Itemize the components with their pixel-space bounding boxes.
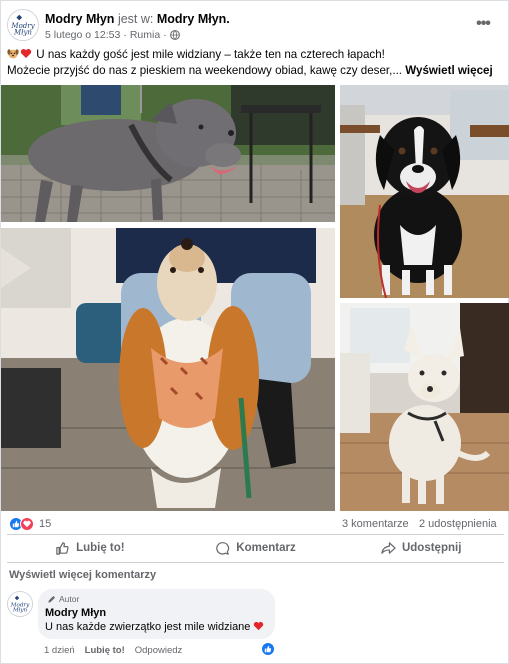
checkin-place-link[interactable]: Modry Młyn. xyxy=(157,12,230,26)
post-text-line1: U nas każdy gość jest mile widziany – ta… xyxy=(36,48,385,61)
comment-like-button[interactable]: Lubię to! xyxy=(85,645,125,656)
comment-like-reaction-icon[interactable] xyxy=(261,642,275,656)
grey-pitbull-photo[interactable] xyxy=(1,85,335,222)
post-text-line2: Możecie przyjść do nas z pieskiem na wee… xyxy=(7,64,403,77)
facebook-post: Modry Młyn Modry Młyn jest w: Modry Młyn… xyxy=(0,0,509,664)
comment-time[interactable]: 1 dzień xyxy=(44,645,75,656)
shares-count[interactable]: 2 udostępnienia xyxy=(419,518,497,530)
reactions-bar: 15 3 komentarze 2 udostępnienia xyxy=(7,515,504,535)
post-date[interactable]: 5 lutego o 12:53 xyxy=(45,29,120,41)
author-badge: Autor xyxy=(47,594,79,604)
divider xyxy=(7,562,504,563)
heart-emoji-icon xyxy=(20,49,32,58)
heart-emoji-icon xyxy=(254,621,264,631)
dog-emoji-icon xyxy=(7,49,19,59)
comments-count[interactable]: 3 komentarze xyxy=(342,518,409,530)
post-text: U nas każdy gość jest mile widziany – ta… xyxy=(7,47,504,79)
comment-button[interactable]: Komentarz xyxy=(173,535,339,561)
comment-icon xyxy=(216,541,230,555)
page-name-link[interactable]: Modry Młyn xyxy=(45,12,114,26)
comment-bubble: Autor Modry Młyn U nas każde zwierzątko … xyxy=(38,589,275,639)
post-header: Modry Młyn Modry Młyn jest w: Modry Młyn… xyxy=(7,9,504,43)
comment-text: U nas każde zwierzątko jest mile widzian… xyxy=(45,621,264,633)
post-author-line: Modry Młyn jest w: Modry Młyn. xyxy=(45,12,230,26)
post-meta: 5 lutego o 12:53 · Rumia · xyxy=(45,29,180,41)
globe-icon xyxy=(169,30,180,40)
svg-text:Młyn: Młyn xyxy=(12,608,28,614)
share-button-label: Udostępnij xyxy=(401,542,462,554)
more-options-icon[interactable]: ••• xyxy=(472,13,494,35)
comment-reply-button[interactable]: Odpowiedz xyxy=(135,645,183,656)
reaction-icons[interactable] xyxy=(9,517,34,531)
page-avatar[interactable]: Modry Młyn xyxy=(7,9,39,41)
like-button-label: Lubię to! xyxy=(76,542,125,554)
checkin-prefix: jest w: xyxy=(117,12,154,26)
see-more-link[interactable]: Wyświetl więcej xyxy=(405,64,492,77)
comment-author-avatar[interactable]: Modry Młyn xyxy=(7,591,33,617)
share-icon xyxy=(381,541,396,554)
spaniel-dog-photo[interactable] xyxy=(1,228,335,511)
pencil-icon xyxy=(48,595,56,603)
author-badge-label: Autor xyxy=(59,594,80,604)
white-small-dog-photo[interactable] xyxy=(340,303,509,511)
svg-text:Młyn: Młyn xyxy=(13,27,32,36)
photo-grid xyxy=(1,85,509,511)
love-reaction-icon xyxy=(20,517,34,531)
like-button[interactable]: Lubię to! xyxy=(7,535,173,561)
share-button[interactable]: Udostępnij xyxy=(338,535,504,561)
thumbs-up-icon xyxy=(56,541,69,555)
reaction-count[interactable]: 15 xyxy=(39,518,51,530)
comment-author-name[interactable]: Modry Młyn xyxy=(45,607,106,619)
post-location[interactable]: Rumia xyxy=(130,29,160,41)
view-more-comments-link[interactable]: Wyświetl więcej komentarzy xyxy=(9,569,156,581)
black-white-dog-photo[interactable] xyxy=(340,85,509,298)
post-actions: Lubię to! Komentarz Udostępnij xyxy=(7,535,504,561)
comment-button-label: Komentarz xyxy=(236,542,296,554)
comment-meta: 1 dzień Lubię to! Odpowiedz xyxy=(44,645,182,656)
